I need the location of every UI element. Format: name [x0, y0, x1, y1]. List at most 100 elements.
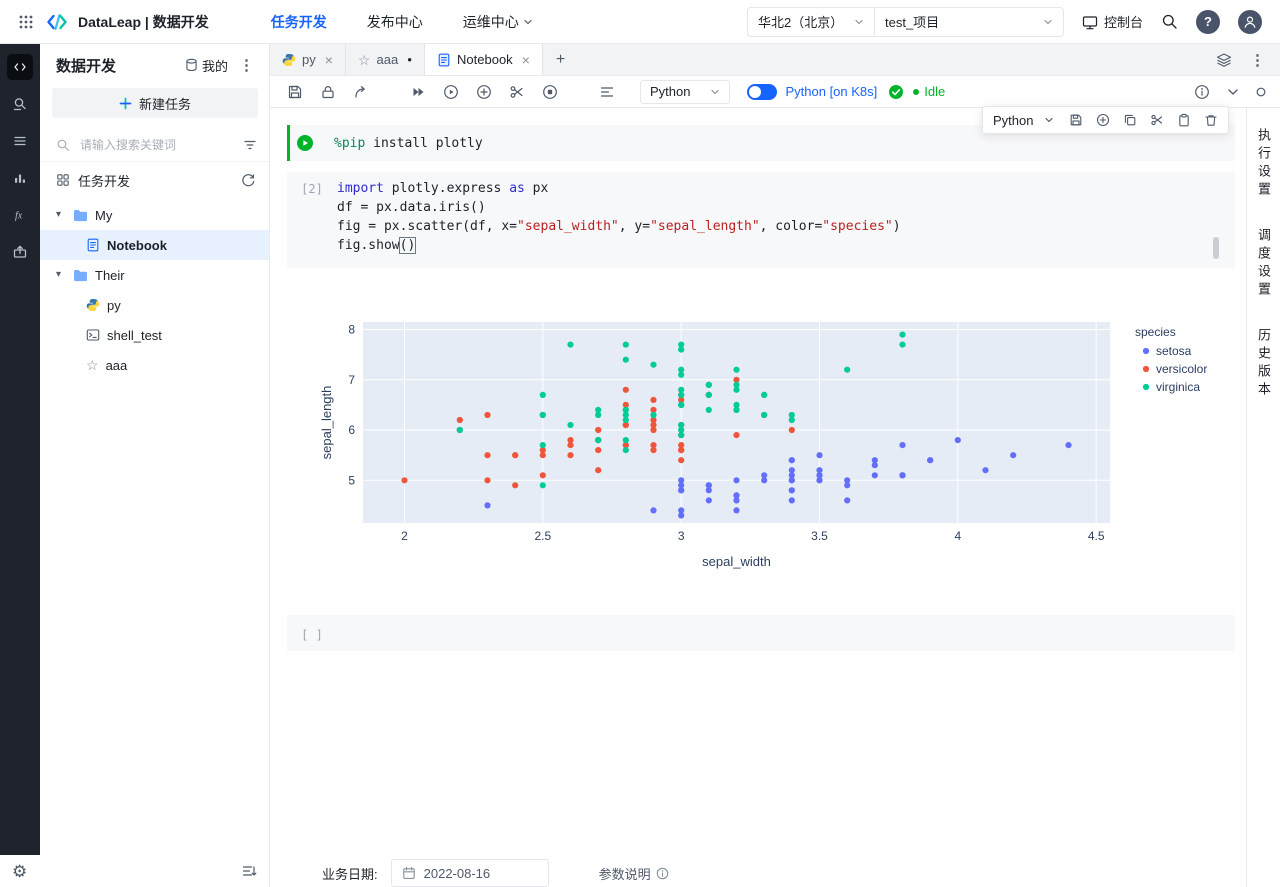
sidebar-kebab-icon[interactable]: ⋮ — [234, 56, 259, 74]
svg-text:4.5: 4.5 — [1088, 529, 1105, 543]
add-cell-icon[interactable] — [476, 84, 492, 100]
tab-history-versions[interactable]: 历史版本 — [1254, 328, 1273, 400]
section-label: 任务开发 — [78, 173, 131, 189]
refresh-icon[interactable] — [241, 173, 255, 187]
run-all-icon[interactable] — [410, 84, 426, 100]
empty-cell[interactable]: [ ] — [287, 615, 1235, 651]
cell-2-code[interactable]: import plotly.express as px df = px.data.… — [337, 179, 901, 268]
console-link[interactable]: 控制台 — [1082, 12, 1143, 31]
run-cell-button[interactable] — [297, 135, 313, 151]
tree-item-notebook[interactable]: Notebook — [40, 230, 269, 260]
top-header: DataLeap | 数据开发 任务开发 发布中心 运维中心 华北2（北京） t… — [0, 0, 1280, 44]
search-input[interactable] — [78, 136, 235, 153]
svg-text:8: 8 — [348, 323, 355, 337]
interrupt-icon[interactable] — [542, 84, 558, 100]
business-date-value: 2022-08-16 — [423, 865, 491, 881]
delete-cell-icon[interactable] — [1204, 113, 1218, 127]
tab-exec-settings[interactable]: 执行设置 — [1254, 128, 1273, 200]
dot-circle-icon[interactable] — [1256, 87, 1266, 97]
tree-item-aaa[interactable]: ☆ aaa — [40, 350, 269, 380]
chevron-down-icon[interactable]: ▾ — [56, 270, 66, 280]
sidebar: 数据开发 我的 ⋮ 新建任务 任务开发 — [40, 44, 270, 855]
nav-ops-center[interactable]: 运维中心 — [463, 12, 533, 32]
save-icon[interactable] — [287, 84, 303, 100]
code-cell-2[interactable]: [2] import plotly.express as px df = px.d… — [287, 172, 1235, 268]
main-nav: 任务开发 发布中心 运维中心 — [271, 12, 533, 32]
settings-gear-icon[interactable]: ⚙ — [12, 863, 27, 880]
toolbar-right — [1194, 76, 1266, 108]
left-icon-rail: fx — [0, 44, 40, 855]
avatar[interactable] — [1238, 9, 1262, 34]
cell-kernel-select[interactable]: Python — [993, 113, 1056, 128]
nav-publish-center[interactable]: 发布中心 — [367, 12, 423, 32]
rail-catalog-icon[interactable] — [7, 128, 33, 154]
rail-explore-icon[interactable] — [7, 91, 33, 117]
region-select[interactable]: 华北2（北京） — [748, 8, 874, 36]
cell-1-code[interactable]: %pip install plotly — [334, 134, 483, 153]
tree-item-shell-test[interactable]: shell_test — [40, 320, 269, 350]
chevron-down-icon[interactable]: ▾ — [56, 210, 66, 220]
tree-folder-their[interactable]: ▾ Their — [40, 260, 269, 290]
cut-icon[interactable] — [509, 84, 525, 100]
svg-text:4: 4 — [954, 529, 961, 543]
outline-icon[interactable] — [599, 84, 615, 100]
tab-notebook[interactable]: Notebook × — [425, 44, 543, 75]
paste-cell-icon[interactable] — [1177, 113, 1191, 127]
tab-py[interactable]: py × — [270, 44, 346, 75]
kernel-select[interactable]: Python — [640, 79, 731, 104]
save-cell-icon[interactable] — [1069, 113, 1083, 127]
k8s-toggle[interactable] — [747, 83, 778, 100]
header-right: 华北2（北京） test_项目 控制台 ? — [746, 6, 1262, 37]
mine-filter[interactable]: 我的 — [185, 56, 228, 75]
chevron-down-icon — [523, 17, 533, 27]
calendar-icon — [402, 866, 416, 880]
lock-icon[interactable] — [320, 84, 336, 100]
svg-text:sepal_width: sepal_width — [702, 554, 771, 569]
new-task-button[interactable]: 新建任务 — [52, 88, 258, 118]
search-icon[interactable] — [1161, 13, 1178, 30]
svg-text:2: 2 — [401, 529, 408, 543]
chevron-down-icon — [854, 17, 864, 27]
run-cell-icon[interactable] — [443, 84, 459, 100]
tab-aaa[interactable]: ☆ aaa ● — [346, 44, 426, 75]
help-icon[interactable]: ? — [1196, 9, 1220, 34]
plus-icon — [119, 97, 132, 110]
rail-metrics-icon[interactable] — [7, 165, 33, 191]
params-info[interactable]: 参数说明 — [599, 864, 669, 883]
business-date-input[interactable]: 2022-08-16 — [390, 859, 549, 887]
nav-task-dev[interactable]: 任务开发 — [271, 12, 327, 32]
new-tab-button[interactable]: + — [543, 44, 578, 75]
layers-icon[interactable] — [1216, 52, 1232, 68]
cell-scrollbar[interactable] — [1213, 237, 1219, 259]
chevron-down-icon — [710, 87, 720, 97]
tree-item-py[interactable]: py — [40, 290, 269, 320]
add-cell-below-icon[interactable] — [1096, 113, 1110, 127]
tab-sched-settings[interactable]: 调度设置 — [1254, 228, 1273, 300]
kernel-ok-icon — [888, 84, 904, 100]
submit-icon[interactable] — [353, 84, 369, 100]
env-select-group: 华北2（北京） test_项目 — [746, 6, 1064, 37]
dataleap-logo-icon — [46, 13, 68, 31]
tabbar-kebab-icon[interactable]: ⋮ — [1245, 51, 1270, 69]
python-icon — [86, 298, 100, 312]
scatter-plot[interactable]: 2 2.5 3 3.5 4 4.5 5 6 7 8 sepal_width sepal_length s… — [300, 300, 1240, 590]
sort-list-icon[interactable] — [241, 863, 257, 879]
info-icon[interactable] — [1194, 84, 1210, 100]
close-icon[interactable]: × — [325, 53, 333, 67]
rail-resource-icon[interactable] — [7, 239, 33, 265]
tree-label: Notebook — [107, 237, 167, 253]
collapse-chevron-icon[interactable] — [1226, 85, 1240, 99]
apps-grid-icon[interactable] — [18, 14, 34, 30]
filter-icon[interactable] — [243, 138, 257, 152]
project-select[interactable]: test_项目 — [875, 8, 1063, 36]
grid-icon — [56, 173, 70, 187]
copy-cell-icon[interactable] — [1123, 113, 1137, 127]
cut-cell-icon[interactable] — [1150, 113, 1164, 127]
rail-function-icon[interactable]: fx — [7, 202, 33, 228]
cell-toolbar: Python — [982, 106, 1230, 134]
tree-folder-my[interactable]: ▾ My — [40, 200, 269, 230]
rail-data-dev-icon[interactable] — [7, 54, 33, 80]
toggle-knob — [749, 85, 762, 98]
sidebar-footer: ⚙ — [0, 855, 270, 887]
close-icon[interactable]: × — [522, 53, 530, 67]
